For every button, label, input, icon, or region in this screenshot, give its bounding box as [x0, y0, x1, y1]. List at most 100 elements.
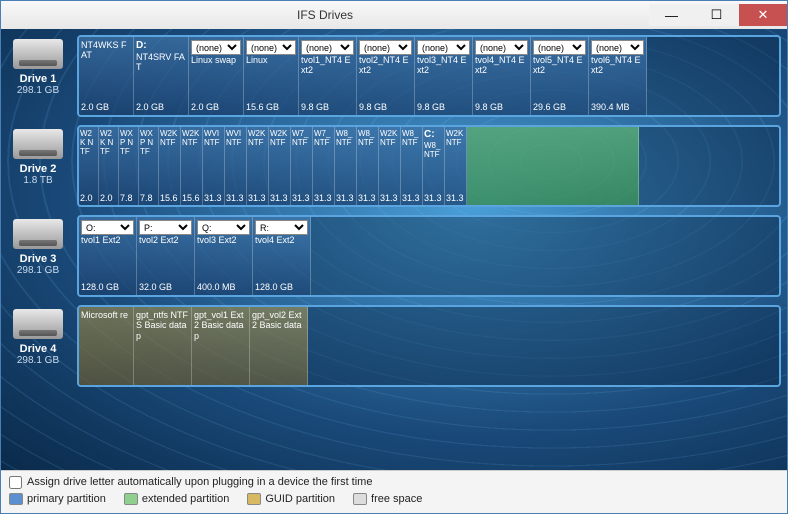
partition-size: 2.0	[80, 193, 97, 203]
partition-name: W7_ NTF	[314, 129, 333, 147]
partition-name: WXP NTF	[120, 129, 137, 157]
drive-size: 1.8 TB	[7, 175, 69, 186]
partition-name: tvol3 Ext2	[197, 235, 250, 245]
partition[interactable]: (none)Linux swap2.0 GB	[189, 37, 244, 115]
partition-size: 31.3	[336, 193, 355, 203]
drive-letter: D:	[136, 40, 186, 51]
partition-name: NT4SRV FAT	[136, 52, 186, 73]
partition-size: 15.6	[160, 193, 179, 203]
partition[interactable]: (none)tvol6_NT4 Ext2390.4 MB	[589, 37, 647, 115]
auto-assign-row[interactable]: Assign drive letter automatically upon p…	[9, 476, 779, 489]
partition[interactable]: (none)tvol1_NT4 Ext29.8 GB	[299, 37, 357, 115]
drive-row: Drive 1298.1 GBNT4WKS FAT2.0 GBD:NT4SRV …	[7, 35, 781, 117]
partition-name: tvol1 Ext2	[81, 235, 134, 245]
partition-bar: W2K NTF2.0W2K NTF2.0WXP NTF7.8WXP NTF7.8…	[77, 125, 781, 207]
partition-name: W7_ NTF	[292, 129, 311, 147]
partition[interactable]: W2K NTF2.0	[79, 127, 99, 205]
drive-letter-select[interactable]: (none)	[475, 40, 528, 55]
partition-size: 31.3	[270, 193, 289, 203]
partition[interactable]: (none)tvol3_NT4 Ext29.8 GB	[415, 37, 473, 115]
legend-swatch	[124, 493, 138, 505]
drive-letter-select[interactable]: (none)	[359, 40, 412, 55]
partition-size: 31.3	[424, 193, 443, 203]
partition[interactable]: W8_ NTF31.3	[357, 127, 379, 205]
partition[interactable]: P:tvol2 Ext232.0 GB	[137, 217, 195, 295]
close-button[interactable]: ✕	[739, 4, 787, 26]
partition-name: WVI NTF	[226, 129, 245, 147]
partition[interactable]: gpt_vol2 Ext2 Basic data	[250, 307, 308, 385]
legend-swatch	[9, 493, 23, 505]
drive-name: Drive 1	[7, 73, 69, 85]
partition-size: 31.3	[314, 193, 333, 203]
partition[interactable]: (none)tvol5_NT4 Ext229.6 GB	[531, 37, 589, 115]
partition[interactable]: W7_ NTF 31.3	[291, 127, 313, 205]
titlebar: IFS Drives — ☐ ✕	[1, 1, 787, 29]
partition-size: 31.3	[248, 193, 267, 203]
partition-size: 128.0 GB	[81, 282, 134, 292]
partition-size: 31.3	[204, 193, 223, 203]
partition-bar: NT4WKS FAT2.0 GBD:NT4SRV FAT2.0 GB(none)…	[77, 35, 781, 117]
window-title: IFS Drives	[1, 8, 649, 22]
partition[interactable]: (none)Linux15.6 GB	[244, 37, 299, 115]
partition[interactable]: W2K NTF15.6	[181, 127, 203, 205]
partition-name: W8_ NTF	[358, 129, 377, 147]
drive-letter-select[interactable]: R:	[255, 220, 308, 235]
partition[interactable]: C:W8_ NTF31.3	[423, 127, 445, 205]
partition-size: 400.0 MB	[197, 282, 250, 292]
partition[interactable]: W8_ NTF31.3	[401, 127, 423, 205]
partition-name: W8_ NTF	[336, 129, 355, 147]
drive-letter-select[interactable]: (none)	[417, 40, 470, 55]
partition-size: 390.4 MB	[591, 102, 644, 112]
drive-letter-select[interactable]: (none)	[301, 40, 354, 55]
partition-name: W8_ NTF	[402, 129, 421, 147]
partition[interactable]: W2K NTF2.0	[99, 127, 119, 205]
partition[interactable]: W7_ NTF 31.3	[313, 127, 335, 205]
drive-letter-select[interactable]: O:	[81, 220, 134, 235]
drive-letter-select[interactable]: (none)	[246, 40, 296, 55]
content-area: Drive 1298.1 GBNT4WKS FAT2.0 GBD:NT4SRV …	[1, 29, 787, 470]
partition[interactable]: Q:tvol3 Ext2 400.0 MB	[195, 217, 253, 295]
partition[interactable]: W2K NTF31.3	[379, 127, 401, 205]
legend-label: extended partition	[142, 493, 229, 505]
auto-assign-checkbox[interactable]	[9, 476, 22, 489]
partition-size: 2.0	[100, 193, 117, 203]
partition-size: 7.8	[120, 193, 137, 203]
partition[interactable]: (none)tvol2_NT4 Ext29.8 GB	[357, 37, 415, 115]
maximize-button[interactable]: ☐	[694, 4, 739, 26]
partition[interactable]: WVI NTF31.3	[203, 127, 225, 205]
partition[interactable]: WVI NTF31.3	[225, 127, 247, 205]
partition[interactable]: R:tvol4 Ext2128.0 GB	[253, 217, 311, 295]
drive-letter-select[interactable]: (none)	[191, 40, 241, 55]
minimize-button[interactable]: —	[649, 4, 694, 26]
partition-name: Linux	[246, 55, 296, 65]
partition[interactable]: WXP NTF7.8	[139, 127, 159, 205]
partition[interactable]: W8_ NTF 31.3	[335, 127, 357, 205]
drive-row: Drive 21.8 TBW2K NTF2.0W2K NTF2.0WXP NTF…	[7, 125, 781, 207]
partition[interactable]: W2K NTF31.3	[269, 127, 291, 205]
partition-name: W2K NTF	[182, 129, 201, 147]
drive-letter-select[interactable]: (none)	[591, 40, 644, 55]
partition[interactable]: NT4WKS FAT2.0 GB	[79, 37, 134, 115]
drive-letter-select[interactable]: (none)	[533, 40, 586, 55]
partition[interactable]: WXP NTF 7.8	[119, 127, 139, 205]
partition-size: 31.3	[292, 193, 311, 203]
partition[interactable]	[467, 127, 639, 205]
partition[interactable]: W2K NTF31.3	[445, 127, 467, 205]
partition[interactable]: W2K NTF15.6	[159, 127, 181, 205]
partition-size: 31.3	[446, 193, 465, 203]
drive-letter-select[interactable]: P:	[139, 220, 192, 235]
partition[interactable]: W2K NTF31.3	[247, 127, 269, 205]
partition[interactable]: Microsoft re	[79, 307, 134, 385]
partition[interactable]: gpt_vol1 Ext2 Basic data p	[192, 307, 250, 385]
partition[interactable]: gpt_ntfs NTFS Basic data p	[134, 307, 192, 385]
legend-label: primary partition	[27, 493, 106, 505]
partition[interactable]: D:NT4SRV FAT2.0 GB	[134, 37, 189, 115]
partition[interactable]: (none)tvol4_NT4 Ext29.8 GB	[473, 37, 531, 115]
partition-name: tvol4 Ext2	[255, 235, 308, 245]
partition-name: gpt_ntfs NTFS Basic data p	[136, 310, 189, 341]
legend-swatch	[353, 493, 367, 505]
partition[interactable]: O:tvol1 Ext2 128.0 GB	[79, 217, 137, 295]
drive-icon	[13, 309, 63, 339]
drive-letter-select[interactable]: Q:	[197, 220, 250, 235]
drive-row: Drive 4298.1 GBMicrosoft regpt_ntfs NTFS…	[7, 305, 781, 387]
